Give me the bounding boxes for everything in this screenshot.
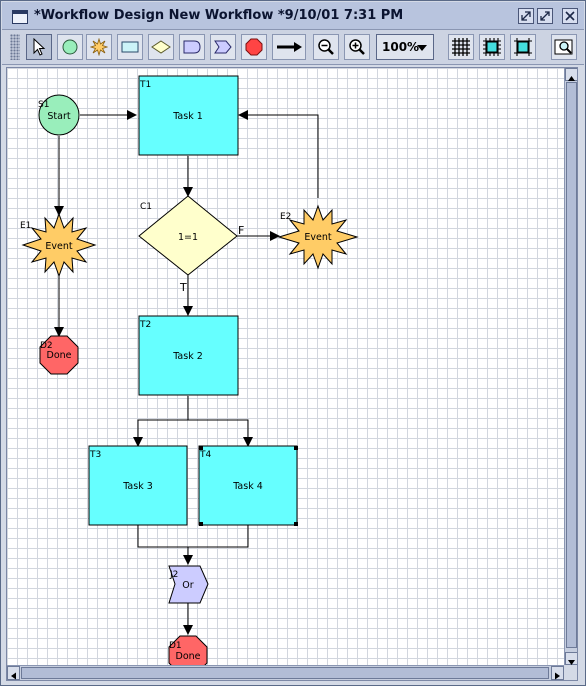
edge-t3-j2[interactable]: [137, 525, 188, 548]
starburst-icon[interactable]: [86, 34, 112, 60]
arrow-icon[interactable]: [272, 34, 306, 60]
node-tag: D1: [169, 641, 182, 651]
circle-icon[interactable]: [57, 34, 83, 60]
zoom-value: 100%: [382, 40, 420, 54]
title-bar[interactable]: *Workflow Design New Workflow *9/10/01 7…: [2, 2, 584, 30]
done-node[interactable]: D2 Done: [39, 335, 79, 375]
task-node-selected[interactable]: T4 Task 4: [198, 445, 298, 526]
node-tag: T4: [199, 450, 211, 460]
restore-icon[interactable]: [518, 8, 534, 24]
edge-t2-t4[interactable]: [188, 419, 253, 447]
window-icon: [12, 10, 28, 24]
selection-handle[interactable]: [294, 446, 298, 450]
event-node[interactable]: E2 Event: [277, 204, 359, 270]
zoom-select[interactable]: 100%: [376, 34, 434, 60]
diagram-viewport: F T S1 Start T1 Task 1 E1 Event C1 1=1 E…: [6, 67, 578, 681]
horizontal-scrollbar[interactable]: [7, 665, 564, 680]
edge-e2-t1[interactable]: [238, 110, 319, 198]
maximize-icon[interactable]: [537, 8, 553, 24]
selection-handle[interactable]: [199, 522, 203, 526]
chevron-shape-icon[interactable]: [210, 34, 236, 60]
node-label: 1=1: [178, 232, 198, 243]
task-node[interactable]: T2 Task 2: [138, 315, 239, 396]
start-node[interactable]: S1 Start: [38, 94, 80, 136]
node-label: Task 2: [172, 351, 203, 362]
node-tag: E2: [280, 212, 291, 222]
toolbar: 100%: [2, 30, 584, 65]
vertical-scroll-thumb[interactable]: [566, 82, 577, 648]
edge-label-true: T: [179, 281, 187, 294]
zoom-out-icon[interactable]: [313, 34, 339, 60]
vertical-scrollbar[interactable]: [564, 68, 577, 665]
selection-handle[interactable]: [294, 522, 298, 526]
edge-t4-j2[interactable]: [183, 525, 249, 565]
node-tag: T1: [139, 80, 151, 90]
scroll-up-icon[interactable]: [565, 68, 577, 81]
node-tag: C1: [140, 202, 152, 212]
node-tag: T2: [139, 320, 151, 330]
scroll-down-icon[interactable]: [565, 652, 577, 665]
node-tag: E1: [20, 221, 31, 231]
octagon-icon[interactable]: [241, 34, 267, 60]
zoom-in-icon[interactable]: [344, 34, 370, 60]
diagram-canvas[interactable]: F T S1 Start T1 Task 1 E1 Event C1 1=1 E…: [7, 68, 564, 675]
node-label: Event: [45, 241, 72, 252]
node-label: Task 4: [232, 481, 263, 492]
edge-label-false: F: [238, 224, 244, 237]
event-node[interactable]: E1 Event: [20, 212, 97, 278]
grid-icon[interactable]: [448, 34, 474, 60]
task-node[interactable]: T1 Task 1: [138, 75, 239, 156]
snap-grid-icon[interactable]: [479, 34, 505, 60]
node-tag: S1: [38, 100, 49, 110]
task-node[interactable]: T3 Task 3: [88, 445, 188, 526]
node-tag: J2: [169, 570, 178, 580]
chevron-down-icon: [417, 45, 427, 51]
workflow-diagram: F T S1 Start T1 Task 1 E1 Event C1 1=1 E…: [20, 75, 359, 675]
edge-t2-t3[interactable]: [133, 396, 189, 447]
overview-icon[interactable]: [551, 34, 577, 60]
scroll-left-icon[interactable]: [7, 666, 20, 680]
horizontal-scroll-thumb[interactable]: [21, 667, 549, 679]
diamond-icon[interactable]: [148, 34, 174, 60]
node-label: Start: [47, 111, 70, 122]
scroll-right-icon[interactable]: [551, 666, 564, 680]
pointer-icon[interactable]: [26, 34, 52, 60]
done-node[interactable]: D1 Done: [168, 635, 208, 675]
toolbar-grip[interactable]: [10, 34, 20, 60]
align-grid-icon[interactable]: [510, 34, 536, 60]
rounded-tab-icon[interactable]: [179, 34, 205, 60]
rectangle-icon[interactable]: [117, 34, 143, 60]
window-title: *Workflow Design New Workflow *9/10/01 7…: [34, 8, 404, 23]
workflow-design-window: *Workflow Design New Workflow *9/10/01 7…: [0, 0, 586, 686]
node-label: Or: [182, 580, 193, 591]
close-icon[interactable]: [562, 8, 578, 24]
node-tag: T3: [89, 450, 101, 460]
node-label: Done: [47, 350, 72, 361]
node-label: Done: [176, 651, 201, 662]
join-node[interactable]: J2 Or: [168, 565, 209, 604]
node-label: Task 1: [172, 111, 203, 122]
node-label: Event: [304, 232, 331, 243]
node-label: Task 3: [122, 481, 153, 492]
condition-node[interactable]: C1 1=1: [138, 195, 238, 276]
